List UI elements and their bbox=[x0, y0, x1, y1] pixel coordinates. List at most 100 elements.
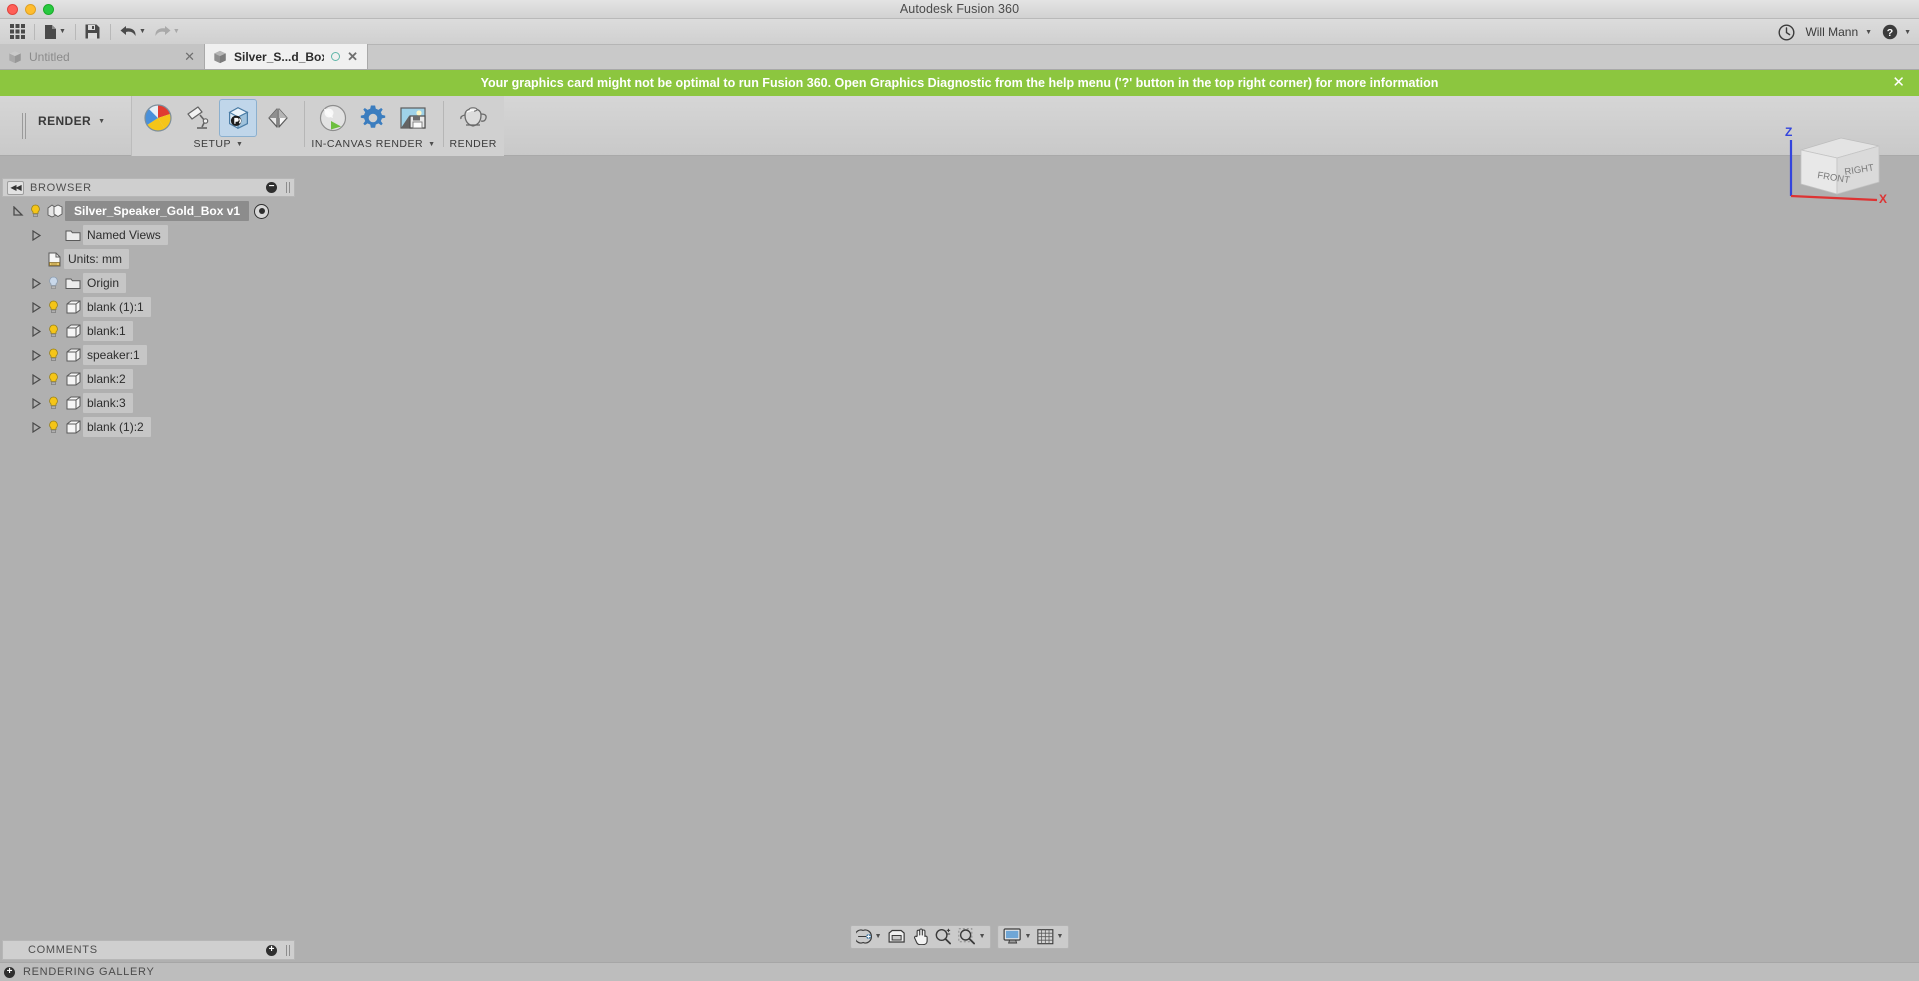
tree-row-speaker-1[interactable]: speaker:1 bbox=[2, 343, 295, 367]
tree-row-blank-1[interactable]: blank:1 bbox=[2, 319, 295, 343]
visibility-bulb-icon[interactable] bbox=[44, 420, 63, 434]
disclosure-closed-icon[interactable] bbox=[28, 278, 44, 289]
disclosure-closed-icon[interactable] bbox=[28, 422, 44, 433]
quick-access-right-group: Will Mann ▼ ? ▼ bbox=[1778, 19, 1911, 45]
show-data-panel-button[interactable] bbox=[6, 21, 28, 43]
tab-silver-speaker-gold-box[interactable]: Silver_S...d_Box v1 ✕ bbox=[205, 44, 368, 69]
ribbon-panel-label[interactable]: SETUP ▼ bbox=[193, 138, 243, 150]
tree-row-units[interactable]: Units: mm bbox=[2, 247, 295, 271]
component-icon bbox=[63, 396, 83, 410]
visibility-bulb-icon[interactable] bbox=[44, 300, 63, 314]
tree-row-blank-3[interactable]: blank:3 bbox=[2, 391, 295, 415]
zoom-button[interactable] bbox=[932, 926, 956, 948]
scene-settings-button[interactable] bbox=[179, 99, 217, 137]
banner-message: Your graphics card might not be optimal … bbox=[481, 76, 1439, 90]
fit-icon bbox=[959, 928, 977, 945]
nav-group-primary: ▼ bbox=[850, 925, 992, 949]
maximize-window-button[interactable] bbox=[43, 4, 54, 15]
toolbar-separator bbox=[34, 24, 35, 40]
visibility-bulb-icon[interactable] bbox=[44, 396, 63, 410]
comments-resize-grip[interactable] bbox=[286, 945, 290, 956]
window-titlebar: Autodesk Fusion 360 bbox=[0, 0, 1919, 19]
job-status-button[interactable] bbox=[1778, 24, 1795, 41]
ribbon-panel-label[interactable]: RENDER bbox=[450, 138, 497, 150]
panel-label-text: IN-CANVAS RENDER bbox=[311, 138, 423, 150]
zoom-icon bbox=[935, 928, 953, 945]
disclosure-open-icon[interactable] bbox=[10, 206, 26, 217]
banner-close-button[interactable]: ✕ bbox=[1892, 75, 1905, 90]
disclosure-closed-icon[interactable] bbox=[28, 350, 44, 361]
tree-row-blank-1-2[interactable]: blank (1):2 bbox=[2, 415, 295, 439]
decal-button[interactable] bbox=[219, 99, 257, 137]
svg-text:?: ? bbox=[1887, 27, 1893, 39]
close-icon[interactable]: ✕ bbox=[184, 50, 195, 63]
visibility-bulb-icon[interactable] bbox=[44, 324, 63, 338]
disclosure-closed-icon[interactable] bbox=[28, 230, 44, 241]
gear-icon bbox=[358, 103, 388, 133]
graphics-warning-banner: Your graphics card might not be optimal … bbox=[0, 70, 1919, 96]
appearance-button[interactable] bbox=[139, 99, 177, 137]
help-menu-button[interactable]: ? ▼ bbox=[1882, 24, 1911, 40]
pan-button[interactable] bbox=[910, 926, 932, 948]
render-button[interactable] bbox=[454, 99, 492, 137]
decal-cube-icon bbox=[224, 104, 252, 132]
tree-row-root[interactable]: Silver_Speaker_Gold_Box v1 bbox=[2, 199, 295, 223]
undo-button[interactable]: ▼ bbox=[117, 21, 149, 43]
grid-snaps-button[interactable]: ▼ bbox=[1034, 926, 1066, 948]
save-button[interactable] bbox=[82, 21, 104, 43]
tree-row-origin[interactable]: Origin bbox=[2, 271, 295, 295]
chevron-down-icon: ▼ bbox=[1056, 933, 1063, 940]
capture-image-button[interactable] bbox=[394, 99, 432, 137]
cube-icon bbox=[213, 50, 227, 64]
visibility-bulb-off-icon[interactable] bbox=[44, 276, 63, 290]
texture-map-controls-button[interactable] bbox=[259, 99, 297, 137]
expand-gallery-button[interactable]: + bbox=[4, 967, 15, 978]
rendering-gallery-bar[interactable]: + RENDERING GALLERY bbox=[0, 962, 1919, 981]
redo-button[interactable]: ▼ bbox=[151, 21, 183, 43]
disclosure-closed-icon[interactable] bbox=[28, 302, 44, 313]
close-icon[interactable]: ✕ bbox=[347, 50, 358, 63]
chevron-down-icon: ▼ bbox=[236, 141, 243, 148]
in-canvas-render-settings-button[interactable] bbox=[354, 99, 392, 137]
browser-minimize-button[interactable]: − bbox=[266, 182, 277, 193]
close-window-button[interactable] bbox=[7, 4, 18, 15]
disclosure-closed-icon[interactable] bbox=[28, 398, 44, 409]
x-axis-label: X bbox=[1879, 192, 1887, 203]
collapse-browser-button[interactable]: ◀◀ bbox=[7, 181, 24, 195]
visibility-bulb-icon[interactable] bbox=[26, 204, 45, 218]
pan-hand-icon bbox=[913, 928, 929, 945]
in-canvas-render-button[interactable] bbox=[314, 99, 352, 137]
workspace-switcher-button[interactable]: RENDER ▼ bbox=[38, 114, 105, 128]
tree-row-blank-1-1[interactable]: blank (1):1 bbox=[2, 295, 295, 319]
clock-icon bbox=[1778, 24, 1795, 41]
chevron-down-icon: ▼ bbox=[428, 141, 435, 148]
browser-resize-grip[interactable] bbox=[286, 182, 290, 193]
visibility-bulb-icon[interactable] bbox=[44, 348, 63, 362]
visibility-bulb-icon[interactable] bbox=[44, 372, 63, 386]
folder-icon bbox=[63, 229, 83, 242]
fit-button[interactable]: ▼ bbox=[956, 926, 989, 948]
render-sphere-icon bbox=[318, 103, 348, 133]
window-title: Autodesk Fusion 360 bbox=[900, 2, 1019, 16]
tab-untitled[interactable]: Untitled ✕ bbox=[0, 44, 205, 69]
active-component-radio[interactable] bbox=[254, 204, 269, 219]
comments-panel-header[interactable]: COMMENTS + bbox=[2, 940, 295, 960]
view-cube[interactable]: Z X FRONT RIGHT bbox=[1779, 118, 1899, 203]
minimize-window-button[interactable] bbox=[25, 4, 36, 15]
disclosure-closed-icon[interactable] bbox=[28, 374, 44, 385]
ribbon-panel-label[interactable]: IN-CANVAS RENDER ▼ bbox=[311, 138, 435, 150]
tree-row-blank-2[interactable]: blank:2 bbox=[2, 367, 295, 391]
look-at-button[interactable] bbox=[885, 926, 910, 948]
orbit-icon bbox=[856, 929, 873, 944]
tree-row-named-views[interactable]: Named Views bbox=[2, 223, 295, 247]
toolbar-separator bbox=[75, 24, 76, 40]
render-ribbon: RENDER ▼ bbox=[0, 96, 1919, 156]
add-comment-button[interactable]: + bbox=[266, 945, 277, 956]
unsaved-indicator-icon bbox=[331, 52, 340, 61]
disclosure-closed-icon[interactable] bbox=[28, 326, 44, 337]
orbit-button[interactable]: ▼ bbox=[853, 926, 885, 948]
display-settings-button[interactable]: ▼ bbox=[1001, 926, 1035, 948]
appearance-sphere-icon bbox=[143, 103, 173, 133]
file-menu-button[interactable]: ▼ bbox=[41, 21, 69, 43]
user-account-menu[interactable]: Will Mann ▼ bbox=[1805, 25, 1872, 39]
